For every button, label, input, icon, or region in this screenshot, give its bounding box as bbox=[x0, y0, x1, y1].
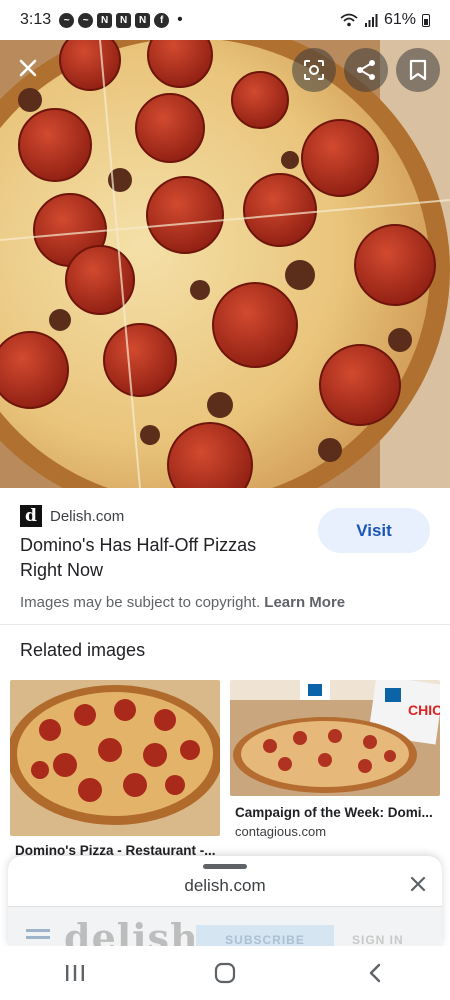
learn-more-link[interactable]: Learn More bbox=[264, 594, 345, 611]
sheet-url: delish.com bbox=[184, 876, 266, 895]
status-time: 3:13 bbox=[20, 11, 52, 28]
close-icon bbox=[19, 59, 37, 77]
source-row[interactable]: d Delish.com bbox=[20, 505, 124, 527]
subscribe-button: SUBSCRIBE bbox=[196, 925, 334, 946]
wifi-icon bbox=[340, 13, 358, 27]
signal-icon bbox=[364, 14, 378, 27]
visit-button[interactable]: Visit bbox=[318, 508, 430, 553]
copyright-notice: Images may be subject to copyright. Lear… bbox=[20, 594, 345, 611]
share-icon bbox=[357, 60, 375, 80]
hero-image[interactable] bbox=[0, 40, 450, 488]
home-icon bbox=[214, 962, 236, 984]
messenger-icon: ~ bbox=[59, 12, 75, 28]
sheet-close-button[interactable] bbox=[404, 870, 432, 898]
save-button[interactable] bbox=[396, 48, 440, 92]
related-images-heading: Related images bbox=[20, 640, 146, 660]
copyright-text: Images may be subject to copyright. bbox=[20, 594, 261, 611]
netflix-icon: N bbox=[135, 12, 151, 28]
facebook-icon: f bbox=[154, 12, 170, 28]
bookmark-icon bbox=[409, 59, 427, 81]
pizza-thumbnail bbox=[10, 680, 220, 836]
sign-in-link: SIGN IN bbox=[352, 933, 404, 946]
netflix-icon: N bbox=[97, 12, 113, 28]
system-navigation-bar bbox=[0, 946, 450, 1000]
lens-button[interactable] bbox=[292, 48, 336, 92]
website-preview-sheet[interactable]: delish.com delish SUBSCRIBE SIGN IN bbox=[8, 856, 442, 946]
status-right: 61% bbox=[340, 11, 430, 29]
back-icon bbox=[369, 963, 381, 983]
battery-percent: 61% bbox=[383, 11, 416, 28]
related-image-2-caption[interactable]: Campaign of the Week: Domi... bbox=[235, 805, 435, 820]
source-name[interactable]: Delish.com bbox=[50, 508, 124, 525]
sheet-drag-handle[interactable] bbox=[203, 864, 247, 869]
netflix-icon: N bbox=[116, 12, 132, 28]
battery-icon bbox=[422, 13, 430, 27]
recent-apps-icon bbox=[66, 965, 84, 981]
close-icon bbox=[410, 876, 426, 892]
related-image-2-source: contagious.com bbox=[235, 824, 327, 839]
back-button[interactable] bbox=[353, 951, 397, 995]
notification-icons: ~ ~ N N N f • bbox=[59, 11, 183, 29]
pizza-box-thumbnail: CHIC bbox=[230, 680, 440, 796]
more-notifications-dot: • bbox=[177, 11, 183, 28]
related-image-1[interactable] bbox=[10, 680, 220, 836]
divider bbox=[0, 624, 450, 625]
svg-text:CHIC: CHIC bbox=[408, 702, 440, 718]
pizza-photo bbox=[0, 40, 450, 488]
image-title[interactable]: Domino's Has Half-Off Pizzas Right Now bbox=[20, 533, 290, 583]
website-preview-peek: delish SUBSCRIBE SIGN IN bbox=[8, 907, 442, 946]
close-button[interactable] bbox=[6, 46, 50, 90]
delish-site-logo: delish bbox=[64, 915, 199, 946]
status-bar: 3:13 ~ ~ N N N f • 61% bbox=[0, 0, 450, 40]
home-button[interactable] bbox=[203, 951, 247, 995]
share-button[interactable] bbox=[344, 48, 388, 92]
related-image-2[interactable]: CHIC bbox=[230, 680, 440, 796]
status-left: 3:13 ~ ~ N N N f • bbox=[20, 11, 183, 29]
delish-logo-icon: d bbox=[20, 505, 42, 527]
messenger-icon: ~ bbox=[78, 12, 94, 28]
lens-icon bbox=[304, 60, 324, 80]
menu-icon bbox=[26, 929, 50, 932]
recent-apps-button[interactable] bbox=[53, 951, 97, 995]
